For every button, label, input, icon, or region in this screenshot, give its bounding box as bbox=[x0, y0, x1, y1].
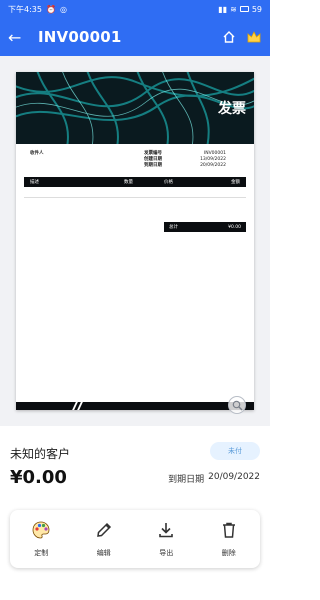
export-label: 导出 bbox=[159, 549, 174, 557]
battery-icon bbox=[239, 6, 249, 12]
table-row bbox=[24, 188, 246, 198]
delete-label: 删除 bbox=[221, 549, 236, 557]
customize-label: 定制 bbox=[34, 549, 49, 557]
client-name: 未知的客户 bbox=[10, 447, 71, 461]
created-date-value: 13/09/2022 bbox=[200, 156, 226, 162]
total-label: 总计 bbox=[169, 225, 178, 230]
palette-icon bbox=[31, 520, 51, 544]
due-label: 到期日期 bbox=[168, 475, 205, 485]
page-title: INV00001 bbox=[38, 28, 122, 46]
recipient-block: 收件人 bbox=[30, 150, 64, 156]
invoice-number-value: INV00001 bbox=[203, 150, 226, 156]
total-value: ¥0.00 bbox=[228, 224, 241, 230]
due-date-value: 20/09/2022 bbox=[200, 162, 226, 168]
trash-icon bbox=[219, 520, 239, 544]
export-button[interactable]: 导出 bbox=[141, 520, 191, 558]
notification-icon: ◎ bbox=[59, 4, 67, 14]
due-date: 20/09/2022 bbox=[208, 472, 260, 482]
footer-stripe bbox=[77, 402, 83, 410]
total-bar: 总计 ¥0.00 bbox=[164, 222, 246, 232]
invoice-paper[interactable]: 发票 收件人 发票编号 INV00001 创建日期 13/09/2022 到期日… bbox=[16, 72, 254, 410]
invoice-header-banner: 发票 bbox=[16, 72, 254, 144]
due-date-label: 到期日期 bbox=[144, 163, 162, 168]
signal-icon: ▮▮ bbox=[218, 4, 228, 14]
zoom-icon[interactable] bbox=[228, 396, 246, 414]
edit-label: 编辑 bbox=[96, 549, 111, 557]
download-icon bbox=[156, 520, 176, 544]
customize-button[interactable]: 定制 bbox=[16, 520, 66, 558]
status-bar: 下午4:35 ⏰ ◎ ▮▮ ≋ 59 bbox=[0, 0, 270, 18]
edit-button[interactable]: 编辑 bbox=[79, 520, 129, 558]
column-quantity: 数量 bbox=[124, 180, 133, 185]
alarm-icon: ⏰ bbox=[45, 4, 56, 14]
invoice-amount: ¥0.00 bbox=[10, 467, 67, 488]
crown-icon[interactable] bbox=[246, 30, 262, 44]
home-icon[interactable] bbox=[222, 30, 236, 44]
invoice-footer-band bbox=[16, 402, 254, 410]
invoice-summary: 未知的客户 未付 ¥0.00 到期日期 20/09/2022 bbox=[0, 426, 270, 504]
delete-button[interactable]: 删除 bbox=[204, 520, 254, 558]
items-table-header: 描述 数量 价格 金额 bbox=[24, 177, 246, 187]
pencil-icon bbox=[94, 520, 114, 544]
column-description: 描述 bbox=[30, 180, 39, 185]
app-bar: ← INV00001 bbox=[0, 18, 270, 56]
recipient-label: 收件人 bbox=[30, 151, 44, 156]
column-price: 价格 bbox=[164, 180, 173, 185]
battery-level: 59 bbox=[251, 4, 262, 14]
due-info: 到期日期 20/09/2022 bbox=[168, 472, 260, 485]
invoice-meta: 发票编号 INV00001 创建日期 13/09/2022 到期日期 20/09… bbox=[144, 150, 226, 169]
wifi-icon: ≋ bbox=[230, 4, 237, 14]
invoice-preview-area: 发票 收件人 发票编号 INV00001 创建日期 13/09/2022 到期日… bbox=[0, 56, 270, 426]
column-amount: 金额 bbox=[231, 180, 240, 185]
action-bar: 定制 编辑 导出 删除 bbox=[10, 510, 260, 568]
invoice-doc-title: 发票 bbox=[218, 101, 246, 117]
back-arrow-icon[interactable]: ← bbox=[8, 28, 30, 47]
status-time: 下午4:35 bbox=[8, 4, 42, 14]
status-badge: 未付 bbox=[210, 442, 260, 460]
